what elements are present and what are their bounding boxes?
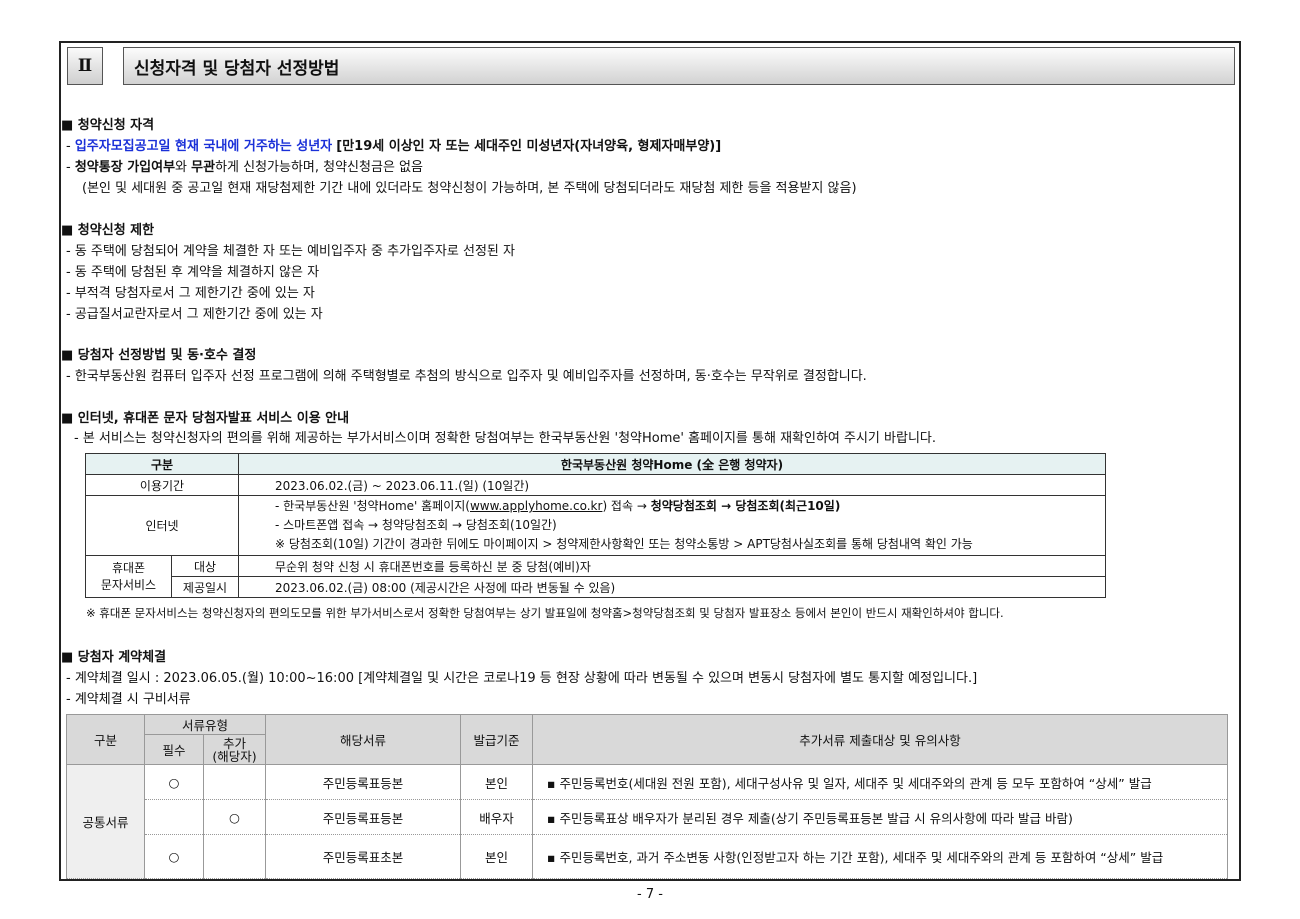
time-value: 2023.06.02.(금) 08:00 (제공시간은 사정에 따라 변동될 수… bbox=[238, 576, 1106, 598]
col-header-notes: 추가서류 제출대상 및 유의사항 bbox=[532, 714, 1228, 765]
target-value: 무순위 청약 신청 시 휴대폰번호를 등록하신 분 중 당첨(예비)자 bbox=[238, 555, 1106, 577]
internet-line-1-text: - 한국부동산원 '청약Home' 홈페이지( bbox=[275, 499, 470, 513]
document-note: ▪ 주민등록번호, 과거 주소변동 사항(인정받고자 하는 기간 포함), 세대… bbox=[532, 834, 1228, 879]
heading-restrictions: ■ 청약신청 제한 bbox=[61, 223, 155, 238]
required-mark: ○ bbox=[144, 764, 204, 800]
additional-mark bbox=[203, 834, 266, 879]
internet-line-3: ※ 당첨조회(10일) 기간이 경과한 뒤에도 마이페이지 > 청약제한사항확인… bbox=[275, 537, 973, 551]
heading-contract: ■ 당첨자 계약체결 bbox=[61, 650, 167, 665]
eligibility-rest: 하게 신청가능하며, 청약신청금은 없음 bbox=[215, 160, 423, 175]
internet-line-2: - 스마트폰앱 접속 → 청약당첨조회 → 당첨조회(10일간) bbox=[275, 518, 557, 532]
issuer: 배우자 bbox=[460, 799, 533, 835]
required-mark bbox=[144, 799, 204, 835]
sms-label-2: 문자서비스 bbox=[100, 577, 157, 592]
additional-mark bbox=[203, 764, 266, 800]
col-header-gubun: 구분 bbox=[66, 714, 145, 765]
eligibility-line-3: (본인 및 세대원 중 공고일 현재 재당첨제한 기간 내에 있더라도 청약신청… bbox=[82, 181, 857, 196]
required-mark: ○ bbox=[144, 834, 204, 879]
eligibility-highlight: 입주자모집공고일 현재 국내에 거주하는 성년자 bbox=[74, 139, 333, 154]
col-header-additional: 추가 (해당자) bbox=[203, 734, 266, 765]
table-row: 공통서류 ○ 주민등록표등본 본인 ▪ 주민등록번호(세대원 전원 포함), 세… bbox=[66, 764, 1228, 879]
time-label: 제공일시 bbox=[171, 576, 239, 598]
eligibility-line-2: - 청약통장 가입여부와 무관하게 신청가능하며, 청약신청금은 없음 bbox=[66, 160, 423, 175]
document-note: ▪ 주민등록표상 배우자가 분리된 경우 제출(상기 주민등록표등본 발급 시 … bbox=[532, 799, 1228, 835]
bankbook-text: 청약통장 가입여부 bbox=[74, 160, 176, 175]
selection-line: - 한국부동산원 컴퓨터 입주자 선정 프로그램에 의해 주택형별로 추첨의 방… bbox=[66, 369, 867, 384]
col-header-doc-type: 서류유형 bbox=[144, 714, 266, 735]
regardless-text: 무관 bbox=[191, 160, 216, 175]
restriction-item: - 공급질서교란자로서 그 제한기간 중에 있는 자 bbox=[66, 307, 323, 322]
additional-sub-label: (해당자) bbox=[212, 748, 257, 764]
col-header-required: 필수 bbox=[144, 734, 204, 765]
restriction-item: - 동 주택에 당첨되어 계약을 체결한 자 또는 예비입주자 중 추가입주자로… bbox=[66, 244, 515, 259]
section-header: Ⅱ 신청자격 및 당첨자 선정방법 bbox=[67, 47, 1235, 85]
service-line: - 본 서비스는 청약신청자의 편의를 위해 제공하는 부가서비스이며 정확한 … bbox=[74, 431, 936, 446]
internet-line-1-bold: 청약당첨조회 → 당첨조회(최근10일) bbox=[650, 499, 841, 513]
table-row: ○ 주민등록표등본 배우자 ▪ 주민등록표상 배우자가 분리된 경우 제출(상기… bbox=[67, 799, 1228, 835]
eligibility-bold: [만19세 이상인 자 또는 세대주인 미성년자(자녀양육, 형제자매부양)] bbox=[336, 139, 722, 154]
issuer: 본인 bbox=[460, 764, 533, 800]
document-note: ▪ 주민등록번호(세대원 전원 포함), 세대구성사유 및 일자, 세대주 및 … bbox=[532, 764, 1228, 800]
announcement-service-table: 구분 한국부동산원 청약Home (全 은행 청약자) 이용기간 2023.06… bbox=[85, 453, 1106, 598]
heading-selection: ■ 당첨자 선정방법 및 동·호수 결정 bbox=[61, 348, 257, 363]
page-number: - 7 - bbox=[637, 887, 663, 902]
restriction-item: - 부적격 당첨자로서 그 제한기간 중에 있는 자 bbox=[66, 286, 315, 301]
section-number: Ⅱ bbox=[67, 47, 103, 85]
required-documents-table: 구분 서류유형 해당서류 발급기준 추가서류 제출대상 및 유의사항 필수 추가… bbox=[66, 714, 1228, 879]
col-header-document: 해당서류 bbox=[265, 714, 461, 765]
issuer: 본인 bbox=[460, 834, 533, 879]
contract-docs-line: - 계약체결 시 구비서류 bbox=[66, 692, 191, 707]
internet-label: 인터넷 bbox=[85, 495, 239, 556]
heading-announcement-service: ■ 인터넷, 휴대폰 문자 당첨자발표 서비스 이용 안내 bbox=[61, 411, 350, 426]
restriction-item: - 동 주택에 당첨된 후 계약을 체결하지 않은 자 bbox=[66, 265, 320, 280]
connector-text: 와 bbox=[175, 160, 192, 175]
heading-eligibility: ■ 청약신청 자격 bbox=[61, 118, 155, 133]
document-name: 주민등록표등본 bbox=[265, 764, 461, 800]
period-value: 2023.06.02.(금) ~ 2023.06.11.(일) (10일간) bbox=[238, 474, 1106, 496]
col-header-applyhome: 한국부동산원 청약Home (全 은행 청약자) bbox=[238, 453, 1106, 475]
additional-mark: ○ bbox=[203, 799, 266, 835]
table-row: ○ 주민등록표초본 본인 ▪ 주민등록번호, 과거 주소변동 사항(인정받고자 … bbox=[67, 834, 1228, 879]
target-label: 대상 bbox=[171, 555, 239, 577]
col-header-category: 구분 bbox=[85, 453, 239, 475]
sms-label-1: 휴대폰 bbox=[111, 560, 146, 575]
section-title: 신청자격 및 당첨자 선정방법 bbox=[123, 47, 1235, 85]
applyhome-link[interactable]: www.applyhome.co.kr bbox=[470, 499, 602, 513]
internet-line-1: - 한국부동산원 '청약Home' 홈페이지(www.applyhome.co.… bbox=[275, 497, 1101, 516]
document-name: 주민등록표초본 bbox=[265, 834, 461, 879]
contract-date-line: - 계약체결 일시 : 2023.06.05.(월) 10:00~16:00 [… bbox=[66, 671, 978, 686]
internet-line-1-arrow: ) 접속 → bbox=[602, 499, 651, 513]
col-header-issuer: 발급기준 bbox=[460, 714, 533, 765]
document-name: 주민등록표등본 bbox=[265, 799, 461, 835]
eligibility-line-1: - 입주자모집공고일 현재 국내에 거주하는 성년자 [만19세 이상인 자 또… bbox=[66, 139, 722, 154]
period-label: 이용기간 bbox=[85, 474, 239, 496]
sms-label: 휴대폰문자서비스 bbox=[85, 555, 172, 598]
sms-note: ※ 휴대폰 문자서비스는 청약신청자의 편의도모를 위한 부가서비스로서 정확한… bbox=[86, 606, 1004, 620]
group-common-docs: 공통서류 bbox=[66, 764, 145, 879]
internet-instructions: - 한국부동산원 '청약Home' 홈페이지(www.applyhome.co.… bbox=[238, 495, 1106, 556]
